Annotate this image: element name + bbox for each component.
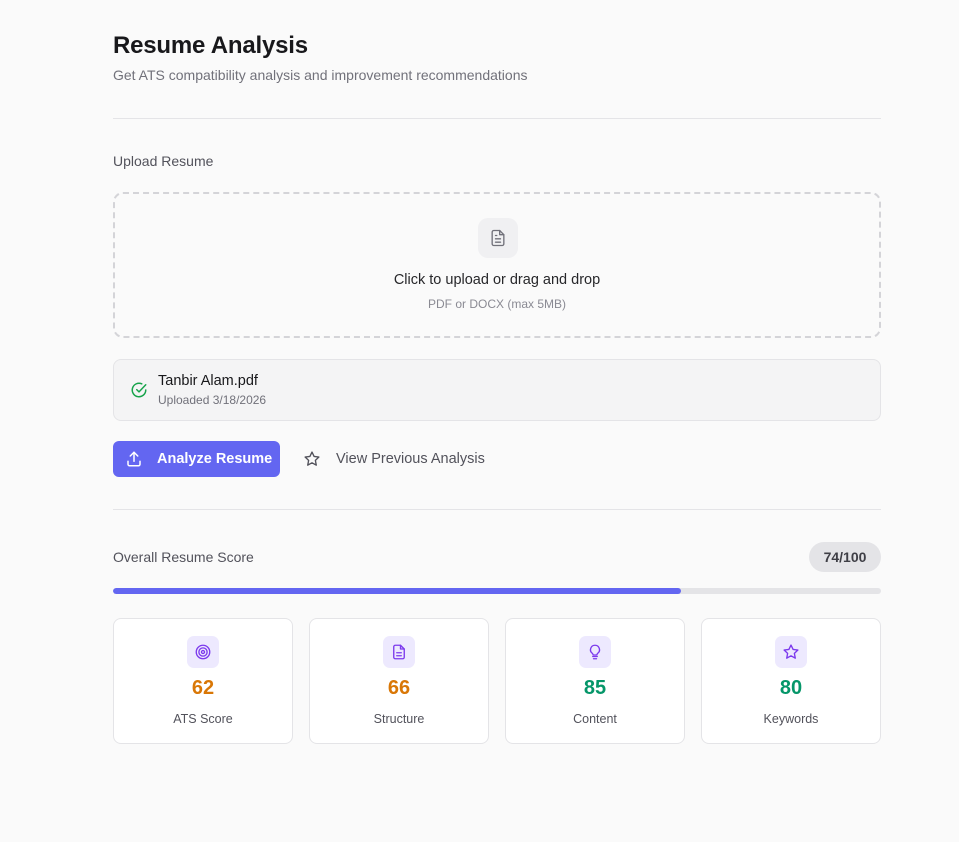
page-subtitle: Get ATS compatibility analysis and impro… (113, 67, 528, 83)
view-previous-analysis-label: View Previous Analysis (336, 451, 485, 467)
view-previous-analysis-button[interactable]: View Previous Analysis (301, 441, 501, 477)
score-progress-fill (113, 588, 682, 594)
star-icon (304, 451, 320, 466)
file-name: Tanbir Alam.pdf (158, 373, 258, 389)
file-text-icon (383, 636, 415, 668)
score-progress-bar (113, 588, 881, 594)
target-icon (187, 636, 219, 668)
page-title: Resume Analysis (113, 32, 308, 59)
divider (113, 509, 881, 510)
star-icon (775, 636, 807, 668)
metric-label: ATS Score (173, 712, 233, 726)
page: Resume Analysis Get ATS compatibility an… (0, 0, 959, 842)
metric-value: 66 (387, 677, 411, 699)
metric-label: Structure (373, 712, 425, 726)
file-text-icon (478, 218, 518, 258)
metric-card-ats-score: 62 ATS Score (113, 618, 293, 744)
uploaded-file-card: Tanbir Alam.pdf Uploaded 3/18/2026 (113, 359, 881, 421)
upload-section-label: Upload Resume (113, 153, 214, 169)
file-uploaded-date: Uploaded 3/18/2026 (158, 393, 267, 407)
upload-dropzone[interactable]: Click to upload or drag and drop PDF or … (113, 192, 881, 338)
lightbulb-icon (579, 636, 611, 668)
score-badge: 74/100 (809, 542, 881, 572)
metric-value: 62 (191, 677, 215, 699)
overall-score-label: Overall Resume Score (113, 549, 254, 565)
upload-icon (127, 451, 141, 467)
check-circle-icon (131, 382, 147, 398)
analyze-resume-label: Analyze Resume (157, 451, 273, 467)
metric-card-content: 85 Content (505, 618, 685, 744)
metric-card-keywords: 80 Keywords (701, 618, 881, 744)
dropzone-hint: PDF or DOCX (max 5MB) (427, 297, 566, 311)
dropzone-title: Click to upload or drag and drop (393, 272, 601, 288)
metric-card-structure: 66 Structure (309, 618, 489, 744)
metric-label: Keywords (763, 712, 819, 726)
metric-value: 80 (779, 677, 803, 699)
metric-label: Content (573, 712, 617, 726)
metric-value: 85 (583, 677, 607, 699)
analyze-resume-button[interactable]: Analyze Resume (113, 441, 280, 477)
divider (113, 118, 881, 119)
